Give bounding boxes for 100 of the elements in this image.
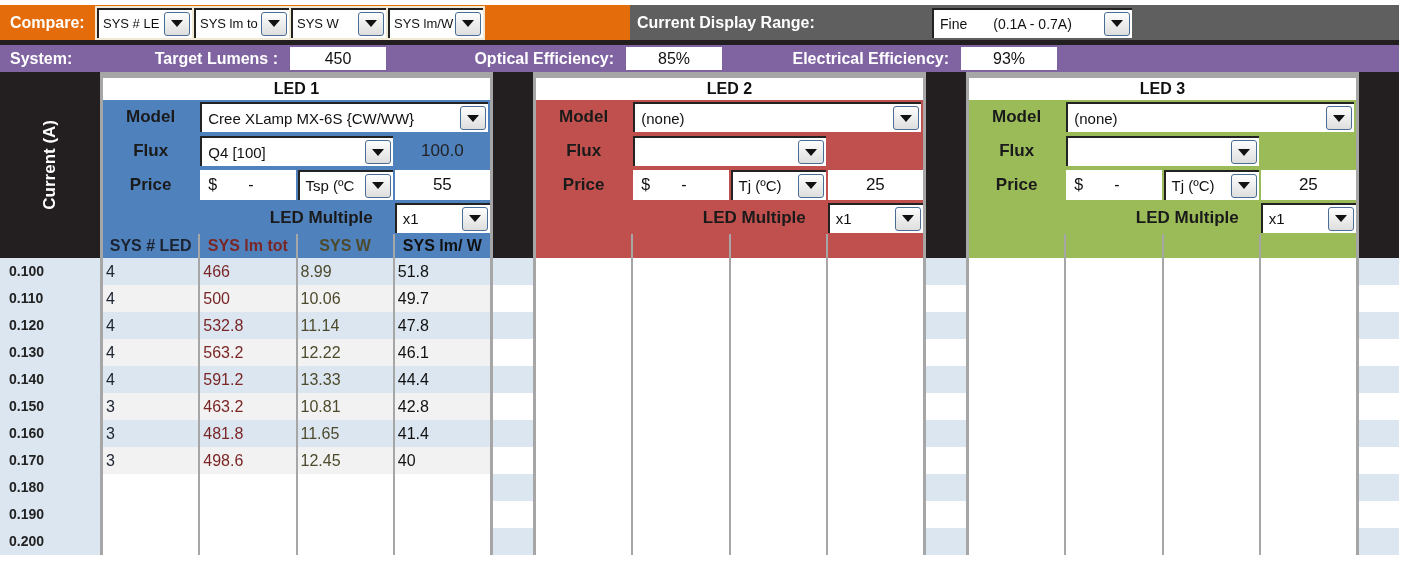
row-header: 0.160 bbox=[0, 420, 100, 447]
temperature-dropdown[interactable]: Tsp (ºC bbox=[297, 169, 393, 200]
flux-dropdown[interactable] bbox=[1066, 136, 1259, 166]
temperature-field[interactable]: 25 bbox=[1260, 169, 1356, 200]
dropdown-button[interactable] bbox=[1104, 11, 1130, 36]
dropdown-button[interactable] bbox=[460, 106, 486, 130]
flux-label: Flux bbox=[998, 141, 1036, 161]
system-field[interactable]: 93% bbox=[961, 47, 1057, 70]
model-dropdown[interactable]: Cree XLamp MX-6S {CW/WW} bbox=[200, 102, 488, 132]
system-field[interactable]: 85% bbox=[626, 47, 722, 70]
table-cell: 3 bbox=[103, 420, 199, 447]
model-label: Model bbox=[991, 107, 1043, 127]
compare-dropdown[interactable]: SYS lm to bbox=[194, 7, 289, 38]
price-field[interactable]: $ - bbox=[200, 169, 296, 200]
dropdown-button[interactable] bbox=[455, 11, 481, 36]
caret-icon bbox=[1237, 182, 1250, 189]
flux-label: Flux bbox=[565, 141, 603, 161]
dropdown-button[interactable] bbox=[797, 140, 824, 164]
dropdown-button[interactable] bbox=[1230, 140, 1257, 164]
system-field-label: Optical Efficiency: bbox=[473, 49, 615, 68]
dropdown-button[interactable] bbox=[261, 11, 287, 36]
caret-icon bbox=[804, 148, 817, 156]
table-cell bbox=[493, 258, 533, 285]
row-header: 0.100 bbox=[0, 258, 100, 285]
model-dropdown[interactable]: (none) bbox=[1066, 102, 1354, 132]
multiple-dropdown[interactable]: x1 bbox=[827, 202, 923, 233]
table-cell: 481.8 bbox=[200, 420, 296, 447]
table-cell: 42.8 bbox=[394, 393, 490, 420]
caret-icon bbox=[804, 182, 817, 189]
compare-dropdown[interactable]: SYS lm/W bbox=[388, 7, 483, 38]
dropdown-button[interactable] bbox=[893, 106, 919, 130]
dropdown-button[interactable] bbox=[1230, 173, 1257, 198]
range-label: Current Display Range: bbox=[636, 13, 816, 32]
dropdown-button[interactable] bbox=[1326, 106, 1352, 130]
table-cell: 10.81 bbox=[297, 393, 393, 420]
multiple-dropdown[interactable]: x1 bbox=[1260, 202, 1356, 233]
price-label: Price bbox=[561, 174, 606, 195]
dropdown-button[interactable] bbox=[462, 206, 488, 231]
temperature-dropdown[interactable]: Tj (ºC) bbox=[1163, 169, 1259, 200]
column-header: SYS lm/ W bbox=[394, 234, 490, 258]
multiple-dropdown[interactable]: x1 bbox=[394, 202, 490, 233]
model-label: Model bbox=[558, 107, 610, 127]
compare-dropdown[interactable]: SYS W bbox=[291, 7, 386, 38]
dropdown-button[interactable] bbox=[895, 206, 921, 231]
table-cell: 4 bbox=[103, 285, 199, 312]
system-label: System: bbox=[9, 49, 74, 68]
flux-dropdown[interactable] bbox=[633, 136, 826, 166]
panel-title: LED 1 bbox=[103, 78, 490, 100]
dropdown-button[interactable] bbox=[797, 173, 824, 198]
table-cell: 563.2 bbox=[200, 339, 296, 366]
dropdown-button[interactable] bbox=[164, 11, 190, 36]
column-header: SYS lm tot bbox=[200, 234, 296, 258]
dropdown-button[interactable] bbox=[364, 140, 391, 164]
caret-icon bbox=[1237, 148, 1250, 156]
caret-icon bbox=[469, 215, 481, 222]
row-header: 0.190 bbox=[0, 501, 100, 528]
dropdown-button[interactable] bbox=[1328, 206, 1354, 231]
row-header: 0.140 bbox=[0, 366, 100, 393]
temperature-dropdown[interactable]: Tj (ºC) bbox=[730, 169, 826, 200]
table-cell: 466 bbox=[200, 258, 296, 285]
table-cell bbox=[926, 474, 966, 501]
panel-title: LED 3 bbox=[969, 78, 1356, 100]
price-label: Price bbox=[128, 174, 173, 195]
flux-value: 100.0 bbox=[420, 141, 465, 161]
table-cell: 51.8 bbox=[394, 258, 490, 285]
flux-dropdown[interactable]: Q4 [100] bbox=[200, 136, 393, 166]
model-dropdown[interactable]: (none) bbox=[633, 102, 921, 132]
row-header: 0.110 bbox=[0, 285, 100, 312]
table-cell bbox=[926, 366, 966, 393]
table-cell bbox=[1359, 312, 1399, 339]
table-cell: 11.14 bbox=[297, 312, 393, 339]
table-cell bbox=[1359, 474, 1399, 501]
table-cell: 8.99 bbox=[297, 258, 393, 285]
caret-icon bbox=[1335, 215, 1347, 222]
temperature-field[interactable]: 25 bbox=[827, 169, 923, 200]
table-cell bbox=[926, 420, 966, 447]
temperature-field[interactable]: 55 bbox=[394, 169, 490, 200]
caret-icon bbox=[171, 20, 183, 27]
column-header: SYS # LED bbox=[103, 234, 199, 258]
column-header: SYS W bbox=[297, 234, 393, 258]
row-header: 0.200 bbox=[0, 528, 100, 555]
caret-icon bbox=[371, 182, 384, 189]
price-field[interactable]: $ - bbox=[1066, 169, 1162, 200]
table-cell: 40 bbox=[394, 447, 490, 474]
caret-icon bbox=[1333, 114, 1345, 122]
table-cell bbox=[493, 528, 533, 555]
range-dropdown[interactable]: Fine (0.1A - 0.7A) bbox=[932, 7, 1132, 38]
dropdown-button[interactable] bbox=[358, 11, 384, 36]
system-field[interactable]: 450 bbox=[290, 47, 386, 70]
caret-icon bbox=[462, 20, 474, 27]
table-cell: 41.4 bbox=[394, 420, 490, 447]
table-cell: 11.65 bbox=[297, 420, 393, 447]
dropdown-button[interactable] bbox=[364, 173, 391, 198]
compare-dropdown[interactable]: SYS # LE bbox=[97, 7, 192, 38]
table-cell bbox=[1359, 258, 1399, 285]
table-cell: 47.8 bbox=[394, 312, 490, 339]
table-cell: 532.8 bbox=[200, 312, 296, 339]
price-field[interactable]: $ - bbox=[633, 169, 729, 200]
panel-title: LED 2 bbox=[536, 78, 923, 100]
caret-icon bbox=[467, 114, 479, 122]
